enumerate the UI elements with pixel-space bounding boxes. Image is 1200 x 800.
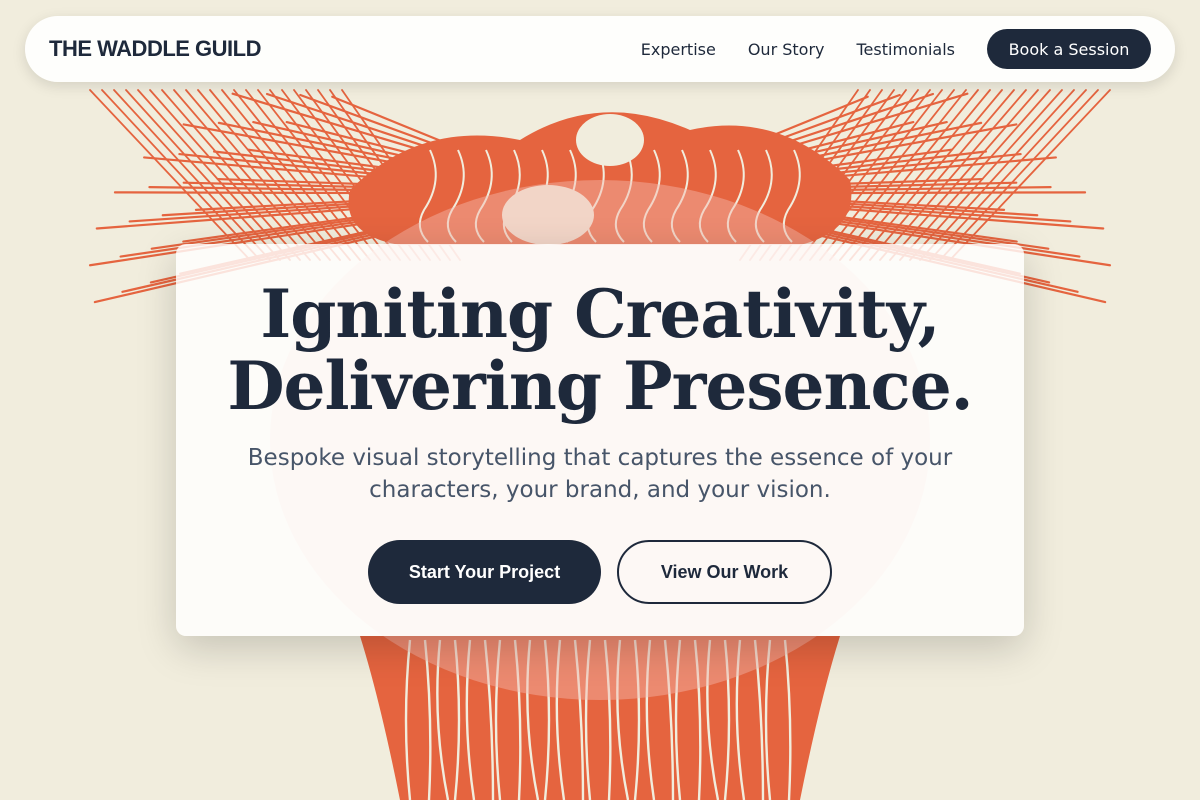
nav-links: Expertise Our Story Testimonials Book a … (641, 29, 1151, 69)
hero-subtitle: Bespoke visual storytelling that capture… (247, 445, 953, 503)
book-session-button[interactable]: Book a Session (987, 29, 1151, 69)
start-project-button[interactable]: Start Your Project (368, 540, 601, 604)
view-work-button[interactable]: View Our Work (617, 540, 832, 604)
hero-card: Igniting Creativity, Delivering Presence… (176, 244, 1024, 636)
nav-link-testimonials[interactable]: Testimonials (857, 40, 956, 59)
brand-logo[interactable]: THE WADDLE GUILD (49, 36, 262, 62)
hero-title-line-2: Delivering Presence. (227, 347, 973, 425)
nav-link-our-story[interactable]: Our Story (748, 40, 825, 59)
hero-title: Igniting Creativity, Delivering Presence… (176, 278, 1024, 422)
nav-link-expertise[interactable]: Expertise (641, 40, 716, 59)
hero-actions: Start Your Project View Our Work (176, 540, 1024, 604)
hero-title-line-1: Igniting Creativity, (260, 275, 940, 353)
top-navbar: THE WADDLE GUILD Expertise Our Story Tes… (25, 16, 1175, 82)
